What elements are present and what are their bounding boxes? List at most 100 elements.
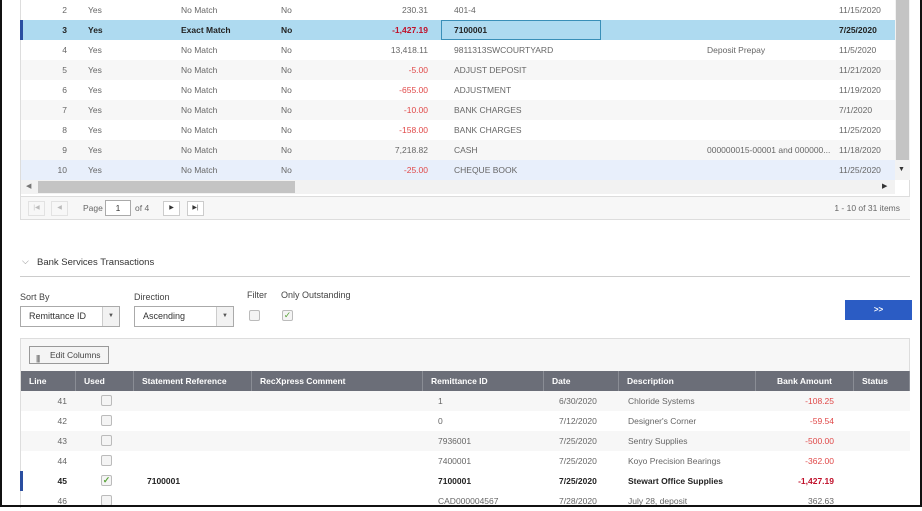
line-cell: 4: [62, 45, 67, 55]
chevron-down-icon[interactable]: ▼: [216, 307, 233, 326]
cleared-cell: No: [281, 45, 292, 55]
match-cell: No Match: [181, 45, 218, 55]
grid-header: Line Used Statement Reference RecXpress Com…: [21, 371, 910, 391]
table-row[interactable]: 41 1 6/30/2020 Chloride Systems -108.25: [21, 391, 910, 411]
line-cell: 46: [57, 496, 67, 506]
reference-cell: 401-4: [454, 5, 476, 15]
table-row[interactable]: 8 Yes No Match No -158.00 BANK CHARGES 11/25/2…: [21, 120, 896, 140]
horizontal-scrollbar[interactable]: ◀ ▶: [21, 180, 895, 194]
scroll-thumb[interactable]: [38, 181, 295, 193]
line-cell: 45: [57, 476, 67, 486]
amount-cell: -1,427.19: [392, 25, 428, 35]
bank-statement-grid: 2 Yes No Match No 230.31 401-4 11/15/2020 3 Yes E…: [20, 0, 910, 220]
bank-amount-cell: -500.00: [805, 436, 834, 446]
description-cell: Chloride Systems: [628, 396, 695, 406]
section-header[interactable]: ⌵ Bank Services Transactions: [20, 254, 910, 277]
active-cell[interactable]: [441, 20, 601, 40]
line-cell: 5: [62, 65, 67, 75]
date-cell: 11/19/2020: [839, 85, 881, 95]
description-cell: Designer's Corner: [628, 416, 697, 426]
cleared-cell: No: [281, 165, 292, 175]
chevron-down-icon[interactable]: ▼: [102, 307, 119, 326]
table-row[interactable]: 4 Yes No Match No 13,418.11 9811313SWCOURTYAR…: [21, 40, 896, 60]
table-row[interactable]: 6 Yes No Match No -655.00 ADJUSTMENT 11/19/202…: [21, 80, 896, 100]
last-page-button[interactable]: ▶|: [187, 200, 204, 216]
columns-icon: |||: [36, 354, 40, 363]
table-row[interactable]: 7 Yes No Match No -10.00 BANK CHARGES 7/1/2020: [21, 100, 896, 120]
date-cell: 11/25/2020: [839, 165, 881, 175]
remittance-id-cell: CAD000004567: [438, 496, 499, 506]
date-cell: 7/25/2020: [559, 456, 597, 466]
first-page-button[interactable]: |◀: [28, 200, 45, 216]
comment-cell: 000000015-00001 and 000000...: [707, 145, 831, 155]
amount-cell: -25.00: [403, 165, 428, 175]
line-cell: 8: [62, 125, 67, 135]
only-outstanding-checkbox[interactable]: ✓: [282, 310, 293, 321]
column-header[interactable]: Status: [854, 371, 910, 391]
used-checkbox[interactable]: [101, 415, 112, 426]
bank-services-grid: ||| Edit Columns Line Used Statement Refere…: [20, 338, 910, 511]
statement-reference-cell: 7100001: [147, 476, 181, 486]
line-cell: 42: [57, 416, 67, 426]
cleared-cell: No: [281, 125, 292, 135]
column-header[interactable]: RecXpress Comment: [252, 371, 423, 391]
description-cell: Koyo Precision Bearings: [628, 456, 721, 466]
amount-cell: -655.00: [399, 85, 428, 95]
bank-amount-cell: -1,427.19: [798, 476, 834, 486]
table-row[interactable]: 45 ✓ 7100001 7100001 7/25/2020 Stewart Office…: [20, 471, 910, 491]
direction-dropdown[interactable]: Ascending ▼: [134, 306, 234, 327]
table-row[interactable]: 42 0 7/12/2020 Designer's Corner -59.54: [21, 411, 910, 431]
table-row[interactable]: 5 Yes No Match No -5.00 ADJUST DEPOSIT 11/21/2…: [21, 60, 896, 80]
used-checkbox[interactable]: [101, 455, 112, 466]
column-header[interactable]: Line: [21, 371, 76, 391]
scroll-right-icon[interactable]: ▶: [882, 182, 887, 190]
table-row[interactable]: 46 CAD000004567 7/28/2020 July 28, deposit 3…: [21, 491, 910, 511]
date-cell: 7/25/2020: [559, 476, 597, 486]
used-checkbox[interactable]: ✓: [101, 475, 112, 486]
table-row[interactable]: 10 Yes No Match No -25.00 CHEQUE BOOK 11/25/20…: [21, 160, 896, 180]
scroll-thumb[interactable]: [896, 0, 909, 160]
scroll-down-icon[interactable]: ▼: [898, 166, 905, 173]
amount-cell: 13,418.11: [390, 45, 428, 55]
line-cell: 2: [62, 5, 67, 15]
column-header[interactable]: Remittance ID: [423, 371, 544, 391]
table-row[interactable]: 43 7936001 7/25/2020 Sentry Supplies -500.00: [21, 431, 910, 451]
vertical-scrollbar[interactable]: ▼: [895, 0, 910, 180]
column-header[interactable]: Bank Amount: [756, 371, 854, 391]
page-count: of 4: [135, 203, 150, 213]
edit-columns-button[interactable]: ||| Edit Columns: [29, 346, 109, 364]
direction-value: Ascending: [143, 311, 186, 321]
table-row[interactable]: 3 Yes Exact Match No -1,427.19 7100001 7/25/20…: [20, 20, 896, 40]
column-header[interactable]: Date: [544, 371, 619, 391]
table-row[interactable]: 2 Yes No Match No 230.31 401-4 11/15/2020: [21, 0, 896, 20]
sort-by-dropdown[interactable]: Remittance ID ▼: [20, 306, 120, 327]
cleared-cell: No: [281, 85, 292, 95]
posted-cell: Yes: [88, 145, 102, 155]
used-checkbox[interactable]: [101, 395, 112, 406]
description-cell: Sentry Supplies: [628, 436, 688, 446]
posted-cell: Yes: [88, 5, 102, 15]
section-title: Bank Services Transactions: [37, 257, 155, 268]
chevron-down-icon[interactable]: ⌵: [22, 256, 29, 267]
reference-cell: CASH: [454, 145, 478, 155]
prev-page-button[interactable]: ◀: [51, 200, 68, 216]
next-page-button[interactable]: ▶: [163, 200, 180, 216]
date-cell: 7/25/2020: [559, 436, 597, 446]
scroll-left-icon[interactable]: ◀: [26, 182, 31, 190]
used-checkbox[interactable]: [101, 435, 112, 446]
cleared-cell: No: [281, 25, 293, 35]
remittance-id-cell: 7400001: [438, 456, 472, 466]
amount-cell: -10.00: [403, 105, 428, 115]
comment-cell: Deposit Prepay: [707, 45, 766, 55]
table-row[interactable]: 9 Yes No Match No 7,218.82 CASH 000000015-0000…: [21, 140, 896, 160]
column-header[interactable]: Statement Reference: [134, 371, 252, 391]
page-input[interactable]: 1: [105, 200, 131, 216]
column-header[interactable]: Used: [76, 371, 134, 391]
used-checkbox[interactable]: [101, 495, 112, 506]
date-cell: 11/21/2020: [839, 65, 881, 75]
table-row[interactable]: 44 7400001 7/25/2020 Koyo Precision Bearing…: [21, 451, 910, 471]
apply-button[interactable]: >>: [845, 300, 912, 320]
column-header[interactable]: Description: [619, 371, 756, 391]
filter-checkbox[interactable]: [249, 310, 260, 321]
line-cell: 44: [57, 456, 67, 466]
